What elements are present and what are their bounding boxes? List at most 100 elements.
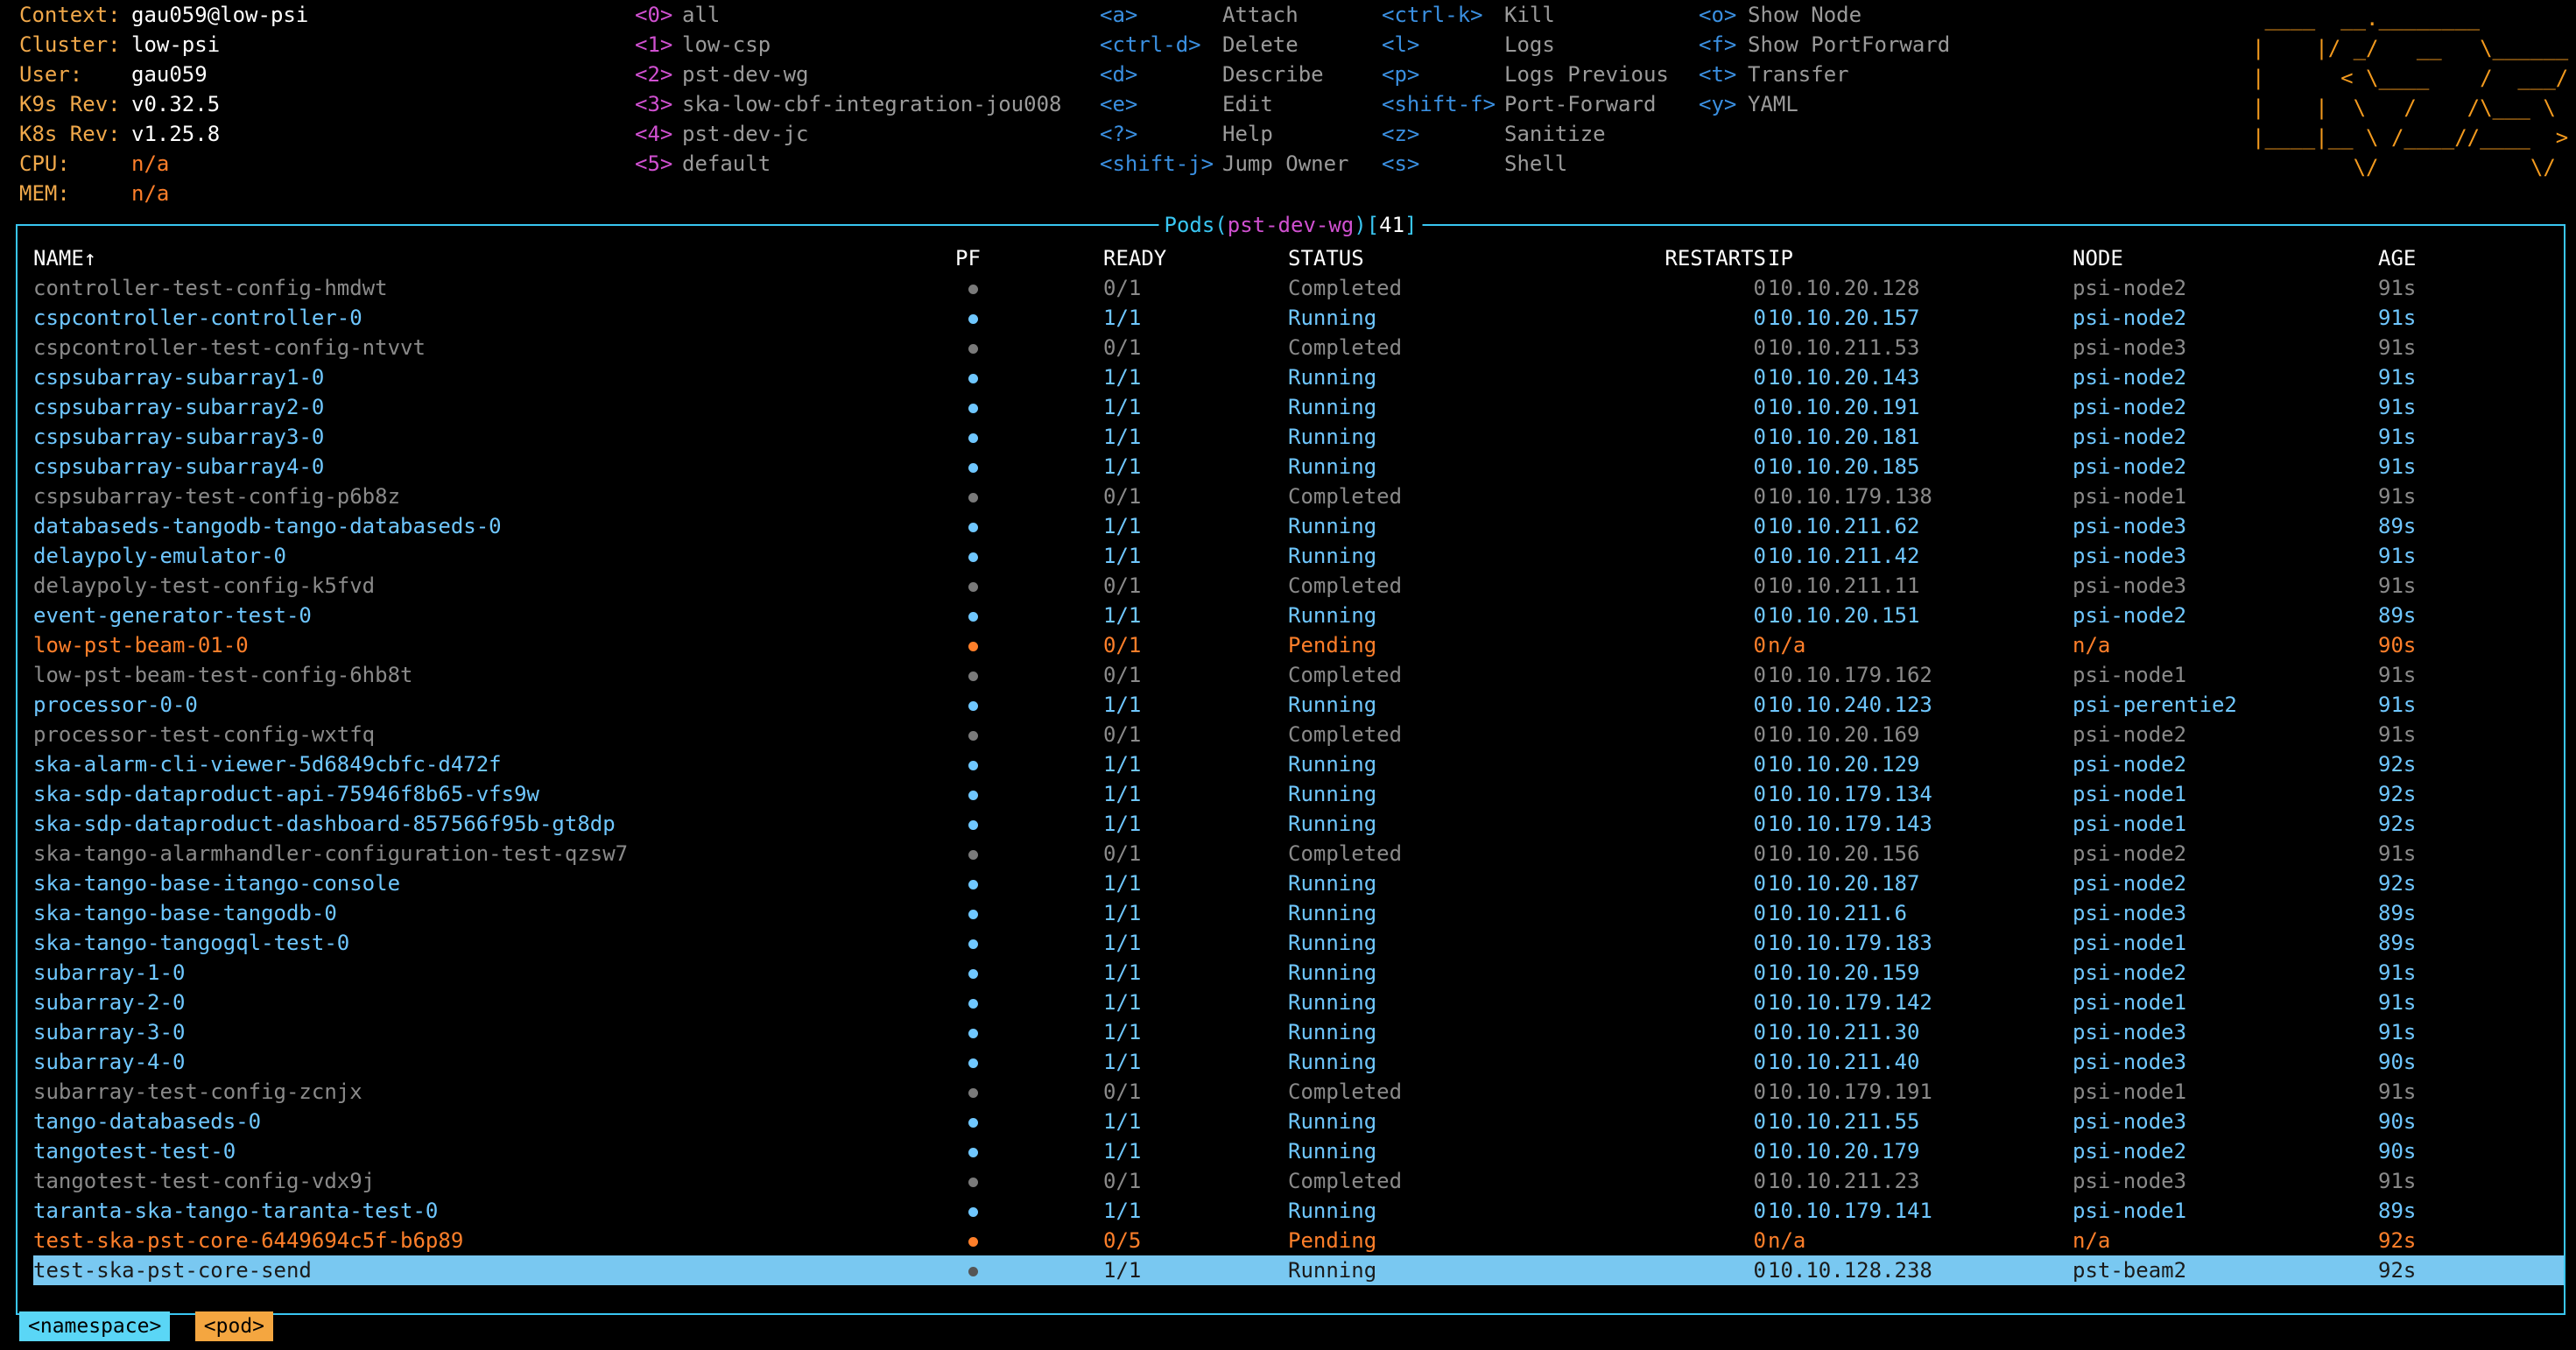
namespace-shortcut-item[interactable]: <0> all [635, 0, 1061, 30]
table-row[interactable]: taranta-ska-tango-taranta-test-0 1/1 Runni… [33, 1196, 2564, 1226]
pf-status [955, 779, 990, 809]
table-row[interactable]: delaypoly-emulator-0 1/1 Running 0 10.10.211… [33, 541, 2564, 571]
pf-status [955, 749, 990, 779]
table-row[interactable]: test-ska-pst-core-6449694c5f-b6p89 0/5 Pen… [33, 1226, 2564, 1255]
pf-status [955, 809, 990, 839]
shortcut-item[interactable]: <d> Describe [1100, 60, 1349, 89]
table-row[interactable]: ska-tango-base-tangodb-0 1/1 Running 0 10.10… [33, 898, 2564, 928]
column-header-ready[interactable]: READY [1103, 243, 1166, 273]
pod-age: 89s [2378, 901, 2417, 925]
namespace-shortcut-item[interactable]: <1> low-csp [635, 30, 1061, 60]
table-row[interactable]: cspsubarray-test-config-p6b8z 0/1 Complete… [33, 482, 2564, 511]
breadcrumb: <namespace> <pod> [19, 1311, 285, 1343]
table-row[interactable]: ska-alarm-cli-viewer-5d6849cbfc-d472f 1/1… [33, 749, 2564, 779]
shortcut-item[interactable]: <t> Transfer [1699, 60, 1950, 89]
breadcrumb-namespace[interactable]: <namespace> [19, 1311, 171, 1341]
pod-ready: 0/1 [1103, 335, 1142, 360]
table-row[interactable]: ska-sdp-dataproduct-dashboard-857566f95b… [33, 809, 2564, 839]
shortcut-item[interactable]: <ctrl-d> Delete [1100, 30, 1349, 60]
shortcut-key: <o> [1699, 3, 1737, 27]
breadcrumb-pod[interactable]: <pod> [194, 1311, 274, 1341]
pod-name: low-pst-beam-test-config-6hb8t [33, 663, 413, 687]
pod-ip: 10.10.128.238 [1768, 1258, 1932, 1283]
pod-ready: 1/1 [1103, 395, 1142, 419]
table-row[interactable]: tangotest-test-config-vdx9j 0/1 Completed 0… [33, 1166, 2564, 1196]
pod-restarts: 0 [1753, 633, 1766, 657]
column-header-name[interactable]: NAME↑ [33, 243, 96, 273]
table-row[interactable]: cspcontroller-controller-0 1/1 Running 0 10.… [33, 303, 2564, 333]
column-header-node[interactable]: NODE [2073, 243, 2123, 273]
shortcut-item[interactable]: <ctrl-k> Kill [1382, 0, 1669, 30]
table-row[interactable]: ska-tango-alarmhandler-configuration-tes… [33, 839, 2564, 868]
shortcut-item[interactable]: <s> Shell [1382, 149, 1669, 179]
pod-name: ska-tango-base-itango-console [33, 871, 401, 896]
table-row[interactable]: ska-sdp-dataproduct-api-75946f8b65-vfs9w… [33, 779, 2564, 809]
pod-ip: 10.10.20.128 [1768, 276, 1920, 300]
table-row[interactable]: cspsubarray-subarray2-0 1/1 Running 0 10.10.… [33, 392, 2564, 422]
table-row[interactable]: low-pst-beam-01-0 0/1 Pending 0 n/a n/a 90s [33, 630, 2564, 660]
namespace-shortcut-item[interactable]: <4> pst-dev-jc [635, 119, 1061, 149]
shortcut-item[interactable]: <o> Show Node [1699, 0, 1950, 30]
info-value: low-psi [131, 32, 221, 57]
table-row[interactable]: subarray-test-config-zcnjx 0/1 Completed 0 1… [33, 1077, 2564, 1107]
table-row[interactable]: cspcontroller-test-config-ntvvt 0/1 Comple… [33, 333, 2564, 362]
column-header-age[interactable]: AGE [2378, 243, 2416, 273]
namespace-shortcut-item[interactable]: <3> ska-low-cbf-integration-jou008 [635, 89, 1061, 119]
pod-status: Completed [1288, 722, 1403, 747]
pf-status [955, 898, 990, 928]
pod-ready: 1/1 [1103, 782, 1142, 806]
table-row[interactable]: test-ska-pst-core-send 1/1 Running 0 10.10.1… [33, 1255, 2564, 1285]
table-row[interactable]: delaypoly-test-config-k5fvd 0/1 Completed 0… [33, 571, 2564, 601]
table-row[interactable]: cspsubarray-subarray1-0 1/1 Running 0 10.10.… [33, 362, 2564, 392]
shortcut-item[interactable]: <y> YAML [1699, 89, 1950, 119]
namespace-shortcut-item[interactable]: <5> default [635, 149, 1061, 179]
pf-status [955, 720, 990, 749]
shortcut-item[interactable]: <shift-f> Port-Forward [1382, 89, 1669, 119]
shortcut-item[interactable]: <e> Edit [1100, 89, 1349, 119]
shortcut-item[interactable]: <l> Logs [1382, 30, 1669, 60]
info-key: User: [19, 62, 83, 87]
shortcut-item[interactable]: <?> Help [1100, 119, 1349, 149]
pod-status: Running [1288, 782, 1377, 806]
table-row[interactable]: subarray-4-0 1/1 Running 0 10.10.211.40 psi-n… [33, 1047, 2564, 1077]
pod-ip: 10.10.20.187 [1768, 871, 1920, 896]
pod-ip: 10.10.20.179 [1768, 1139, 1920, 1164]
status-dot-icon [968, 343, 978, 354]
table-row[interactable]: ska-tango-base-itango-console 1/1 Running 0… [33, 868, 2564, 898]
table-row[interactable]: controller-test-config-hmdwt 0/1 Completed… [33, 273, 2564, 303]
shortcut-item[interactable]: <p> Logs Previous [1382, 60, 1669, 89]
pod-age: 91s [2378, 425, 2417, 449]
shortcut-item[interactable]: <z> Sanitize [1382, 119, 1669, 149]
table-row[interactable]: subarray-1-0 1/1 Running 0 10.10.20.159 psi-n… [33, 958, 2564, 988]
table-row[interactable]: ska-tango-tangogql-test-0 1/1 Running 0 10.1… [33, 928, 2564, 958]
table-row[interactable]: processor-test-config-wxtfq 0/1 Completed 0… [33, 720, 2564, 749]
shortcut-item[interactable]: <shift-j> Jump Owner [1100, 149, 1349, 179]
pf-status [955, 1017, 990, 1047]
table-row[interactable]: processor-0-0 1/1 Running 0 10.10.240.123 psi… [33, 690, 2564, 720]
namespace-shortcuts: <0> all <1> low-csp <2> pst-dev-wg <3> ska-low-… [635, 0, 1061, 179]
table-row[interactable]: subarray-3-0 1/1 Running 0 10.10.211.30 psi-n… [33, 1017, 2564, 1047]
table-row[interactable]: tangotest-test-0 1/1 Running 0 10.10.20.179 p… [33, 1136, 2564, 1166]
pod-node: pst-beam2 [2073, 1258, 2187, 1283]
shortcut-item[interactable]: <a> Attach [1100, 0, 1349, 30]
column-header-restarts[interactable]: RESTARTS [1609, 243, 1766, 273]
pod-ready: 1/1 [1103, 603, 1142, 628]
shortcuts-column-1: <a> Attach <ctrl-d> Delete <d> Describe <e> Edi… [1100, 0, 1349, 179]
table-row[interactable]: event-generator-test-0 1/1 Running 0 10.10.2… [33, 601, 2564, 630]
table-row[interactable]: cspsubarray-subarray4-0 1/1 Running 0 10.10.… [33, 452, 2564, 482]
pod-name: delaypoly-emulator-0 [33, 544, 286, 568]
pod-age: 91s [2378, 1020, 2417, 1044]
shortcut-item[interactable]: <f> Show PortForward [1699, 30, 1950, 60]
column-header-ip[interactable]: IP [1768, 243, 1793, 273]
status-dot-icon [968, 790, 978, 800]
column-header-pf[interactable]: PF [955, 243, 990, 273]
pod-ready: 1/1 [1103, 752, 1142, 777]
column-header-status[interactable]: STATUS [1288, 243, 1364, 273]
table-row[interactable]: databaseds-tangodb-tango-databaseds-0 1/1… [33, 511, 2564, 541]
namespace-shortcut-item[interactable]: <2> pst-dev-wg [635, 60, 1061, 89]
pod-name: subarray-test-config-zcnjx [33, 1079, 362, 1104]
table-row[interactable]: cspsubarray-subarray3-0 1/1 Running 0 10.10.… [33, 422, 2564, 452]
table-row[interactable]: subarray-2-0 1/1 Running 0 10.10.179.142 psi-… [33, 988, 2564, 1017]
table-row[interactable]: tango-databaseds-0 1/1 Running 0 10.10.211.5… [33, 1107, 2564, 1136]
table-row[interactable]: low-pst-beam-test-config-6hb8t 0/1 Complet… [33, 660, 2564, 690]
